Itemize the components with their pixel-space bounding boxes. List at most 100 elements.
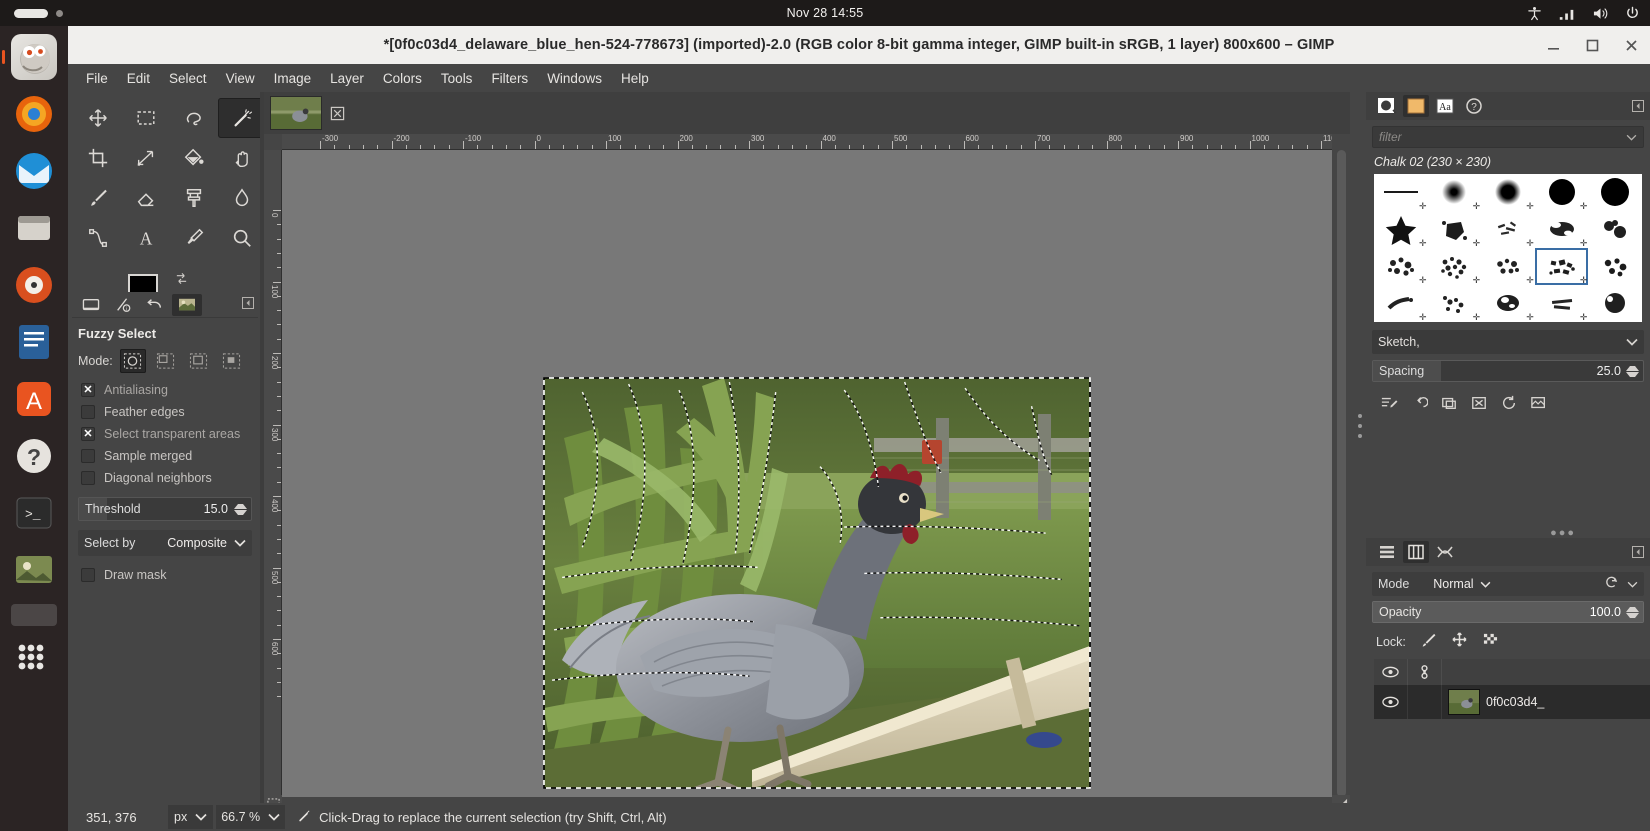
dock-item-files[interactable] <box>11 205 57 251</box>
dock-item-help[interactable]: ? <box>11 433 57 479</box>
brush-cell[interactable]: ✛ <box>1428 211 1482 248</box>
minimize-icon[interactable] <box>1545 37 1562 54</box>
paintbrush-tool[interactable] <box>74 178 122 218</box>
chevron-down-icon[interactable] <box>1626 333 1638 351</box>
layer-link-toggle[interactable] <box>1408 685 1442 719</box>
brush-cell[interactable]: ✛ <box>1374 285 1428 322</box>
layer-mode-value-wrap[interactable]: Normal <box>1433 577 1490 591</box>
tab-undo-history[interactable] <box>140 294 170 316</box>
dock-item-show-applications[interactable] <box>11 637 57 683</box>
dock-item-libreoffice-writer[interactable] <box>11 319 57 365</box>
vertical-ruler[interactable]: 0100200300400500600 <box>264 150 282 797</box>
edit-brush-icon[interactable] <box>1376 392 1402 414</box>
menu-view[interactable]: View <box>218 68 263 89</box>
text-tool[interactable]: A <box>122 218 170 258</box>
power-icon[interactable] <box>1625 6 1640 21</box>
layers-dock-menu-icon[interactable] <box>1632 545 1644 563</box>
paths-tool[interactable] <box>74 218 122 258</box>
feather-edges-checkbox[interactable] <box>81 405 95 419</box>
select-transparent-areas-checkbox[interactable] <box>81 427 95 441</box>
brush-cell[interactable] <box>1588 174 1642 211</box>
clone-tool[interactable] <box>170 178 218 218</box>
menu-colors[interactable]: Colors <box>375 68 430 89</box>
brush-cell-chalk-02[interactable]: ✛ <box>1535 248 1589 285</box>
mode-subtract-button[interactable] <box>186 349 212 373</box>
lock-alpha-button[interactable] <box>1482 632 1499 652</box>
reset-mode-icon[interactable] <box>1604 575 1619 593</box>
brush-cell[interactable]: ✛ <box>1535 211 1589 248</box>
canvas-image[interactable] <box>544 378 1090 788</box>
brush-filter-input[interactable]: filter <box>1372 126 1644 148</box>
brush-cell[interactable]: ✛ <box>1481 248 1535 285</box>
menu-tools[interactable]: Tools <box>433 68 481 89</box>
brush-grid[interactable]: ✛ ✛ ✛ ✛ ✛ ✛ ✛ ✛ ✛ ✛ ✛ <box>1374 174 1642 322</box>
dock-item-rhythmbox[interactable] <box>11 262 57 308</box>
chevron-down-icon[interactable] <box>1627 575 1638 593</box>
horizontal-ruler[interactable]: -300-200-1000100200300400500600700800900… <box>282 134 1332 150</box>
brush-cell[interactable]: ✛ <box>1535 174 1589 211</box>
zoom-selector[interactable]: 66.7 % <box>216 805 285 829</box>
opacity-stepper[interactable] <box>1626 607 1639 618</box>
brush-cell[interactable]: ✛ <box>1428 248 1482 285</box>
select-by-value-wrap[interactable]: Composite <box>167 536 246 550</box>
brush-cell[interactable]: ✛ <box>1374 211 1428 248</box>
menu-file[interactable]: File <box>78 68 116 89</box>
checkbox-antialiasing[interactable]: Antialiasing <box>72 379 258 401</box>
dock-item-gimp[interactable] <box>11 34 57 80</box>
menu-edit[interactable]: Edit <box>119 68 158 89</box>
close-icon[interactable] <box>1623 37 1640 54</box>
refresh-icon[interactable] <box>1496 392 1522 414</box>
brush-cell[interactable]: ✛ <box>1481 285 1535 322</box>
brush-tag-field[interactable]: Sketch, <box>1372 330 1644 354</box>
sample-merged-checkbox[interactable] <box>81 449 95 463</box>
layer-mode-row[interactable]: Mode Normal <box>1372 572 1644 596</box>
tab-device-status[interactable]: i <box>108 294 138 316</box>
move-tool[interactable] <box>74 98 122 138</box>
new-brush-icon[interactable] <box>1406 392 1432 414</box>
checkbox-select-transparent-areas[interactable]: Select transparent areas <box>72 423 258 445</box>
tab-patterns[interactable] <box>1403 95 1429 117</box>
menu-filters[interactable]: Filters <box>483 68 536 89</box>
menu-layer[interactable]: Layer <box>322 68 372 89</box>
brush-cell[interactable]: ✛ <box>1481 174 1535 211</box>
brush-cell[interactable]: ✛ <box>1535 285 1589 322</box>
tab-document-history[interactable]: ? <box>1461 95 1487 117</box>
color-picker-tool[interactable] <box>170 218 218 258</box>
eye-icon[interactable] <box>1374 659 1408 685</box>
brush-cell[interactable]: ✛ <box>1428 174 1482 211</box>
tab-layers[interactable] <box>1374 541 1400 563</box>
vertical-scrollbar[interactable] <box>1332 150 1350 797</box>
swap-colors-icon[interactable] <box>175 272 188 290</box>
mode-add-button[interactable] <box>153 349 179 373</box>
menu-select[interactable]: Select <box>161 68 215 89</box>
tab-tool-options[interactable] <box>76 294 106 316</box>
menu-help[interactable]: Help <box>613 68 657 89</box>
brush-cell[interactable] <box>1588 211 1642 248</box>
image-canvas[interactable] <box>282 150 1332 797</box>
lock-position-button[interactable] <box>1451 632 1468 652</box>
mode-replace-button[interactable] <box>120 349 146 373</box>
open-image-icon[interactable] <box>1526 392 1552 414</box>
network-icon[interactable] <box>1558 6 1576 21</box>
tab-images[interactable] <box>172 294 202 316</box>
brushes-dock-menu-icon[interactable] <box>1632 99 1644 117</box>
antialiasing-checkbox[interactable] <box>81 383 95 397</box>
duplicate-brush-icon[interactable] <box>1436 392 1462 414</box>
maximize-icon[interactable] <box>1584 37 1601 54</box>
eraser-tool[interactable] <box>122 178 170 218</box>
smudge-tool[interactable] <box>218 178 266 218</box>
volume-icon[interactable] <box>1592 6 1609 21</box>
brush-cell[interactable]: ✛ <box>1428 285 1482 322</box>
transform-tool[interactable] <box>122 138 170 178</box>
menu-image[interactable]: Image <box>266 68 320 89</box>
threshold-stepper[interactable] <box>234 504 247 515</box>
mode-intersect-button[interactable] <box>219 349 245 373</box>
chain-link-icon[interactable] <box>1408 659 1442 685</box>
opacity-slider[interactable]: Opacity 100.0 <box>1372 601 1644 623</box>
checkbox-draw-mask[interactable]: Draw mask <box>72 556 258 586</box>
dock-menu-icon[interactable] <box>242 296 254 314</box>
brush-cell[interactable] <box>1588 285 1642 322</box>
brush-cell[interactable]: ✛ <box>1374 248 1428 285</box>
checkbox-feather-edges[interactable]: Feather edges <box>72 401 258 423</box>
select-by-row[interactable]: Select by Composite <box>78 530 252 556</box>
